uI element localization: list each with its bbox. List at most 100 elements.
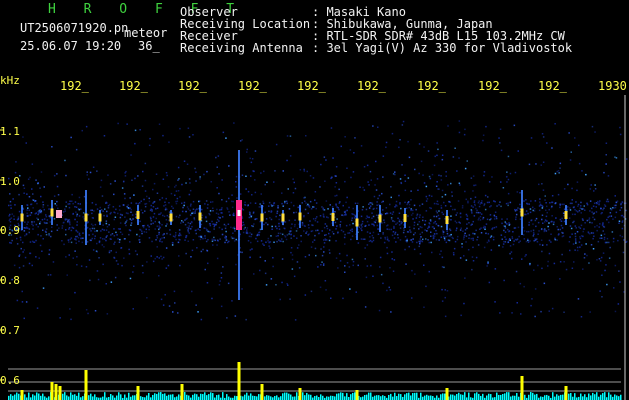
noise-dot [471,212,473,214]
noise-dot [289,155,292,157]
noise-dot [609,212,612,214]
noise-dot [418,172,420,175]
noise-dot [294,187,297,190]
noise-dot [94,223,97,226]
noise-dot [154,228,156,230]
noise-dot [410,208,412,211]
noise-dot [276,227,278,230]
noise-dot [422,174,424,176]
noise-dot [328,249,331,251]
noise-dot [122,181,125,183]
noise-dot [62,211,65,213]
baseline-noise [204,392,206,400]
noise-dot [158,233,160,236]
noise-dot [574,232,577,235]
baseline-noise [36,392,38,400]
noise-dot [109,183,112,185]
baseline-noise [398,393,400,400]
noise-dot [53,218,56,220]
noise-dot [32,224,34,227]
noise-dot [293,225,296,228]
noise-dot [135,213,137,216]
noise-dot [600,256,603,259]
noise-dot [553,221,555,223]
noise-dot [22,136,24,138]
noise-dot [166,214,169,217]
noise-dot [618,220,621,222]
meteor-echo-core [198,212,202,221]
noise-dot [96,251,98,253]
noise-dot [21,290,23,293]
noise-dot [306,170,308,173]
noise-dot [130,208,132,211]
noise-dot [305,202,307,204]
noise-dot [523,285,525,288]
noise-dot [228,165,230,167]
noise-dot [399,178,402,180]
noise-dot [503,240,505,243]
noise-dot [165,172,168,174]
noise-dot [90,239,92,242]
meteor-echo-core [281,213,285,222]
noise-dot [222,131,225,134]
baseline-noise [486,395,488,400]
noise-dot [39,222,41,225]
noise-dot [575,242,577,244]
noise-dot [354,202,357,205]
noise-dot [209,223,211,225]
noise-dot [436,211,439,214]
noise-dot [288,233,290,235]
noise-dot [270,218,273,221]
noise-dot [482,139,484,142]
noise-dot [525,240,528,243]
noise-dot [583,205,585,207]
noise-dot [110,281,113,283]
baseline-noise [156,393,158,400]
noise-dot [106,214,108,216]
noise-dot [372,275,374,277]
noise-dot [495,216,498,218]
noise-dot [213,228,215,230]
noise-dot [258,234,260,236]
baseline-noise [120,394,122,400]
noise-dot [568,132,570,134]
noise-dot [251,225,253,227]
noise-dot [406,238,408,241]
noise-dot [68,228,70,230]
noise-dot [248,211,251,213]
noise-dot [539,203,542,206]
noise-dot [458,221,460,223]
noise-dot [325,289,327,291]
noise-dot [111,233,114,235]
noise-dot [382,209,384,211]
noise-dot [391,258,393,260]
noise-dot [436,181,438,183]
noise-dot [368,203,370,205]
noise-dot [88,234,90,236]
noise-dot [403,229,405,231]
noise-dot [460,314,462,317]
noise-dot [250,233,253,236]
noise-dot [447,235,449,237]
noise-dot [555,202,557,204]
noise-dot [391,251,393,253]
noise-dot [206,250,209,252]
noise-dot [159,213,161,215]
noise-dot [556,170,558,173]
noise-dot [12,198,14,200]
noise-dot [267,223,269,226]
noise-dot [159,199,161,201]
activity-bar [260,384,264,400]
noise-dot [372,125,374,127]
noise-dot [569,209,572,211]
noise-dot [143,198,145,201]
noise-dot [464,229,467,231]
noise-dot [530,137,533,139]
baseline-noise [252,395,254,400]
noise-dot [37,213,39,216]
baseline-noise [186,394,188,400]
noise-dot [67,239,70,242]
noise-dot [74,250,76,252]
noise-dot [133,194,135,196]
noise-dot [31,240,34,243]
